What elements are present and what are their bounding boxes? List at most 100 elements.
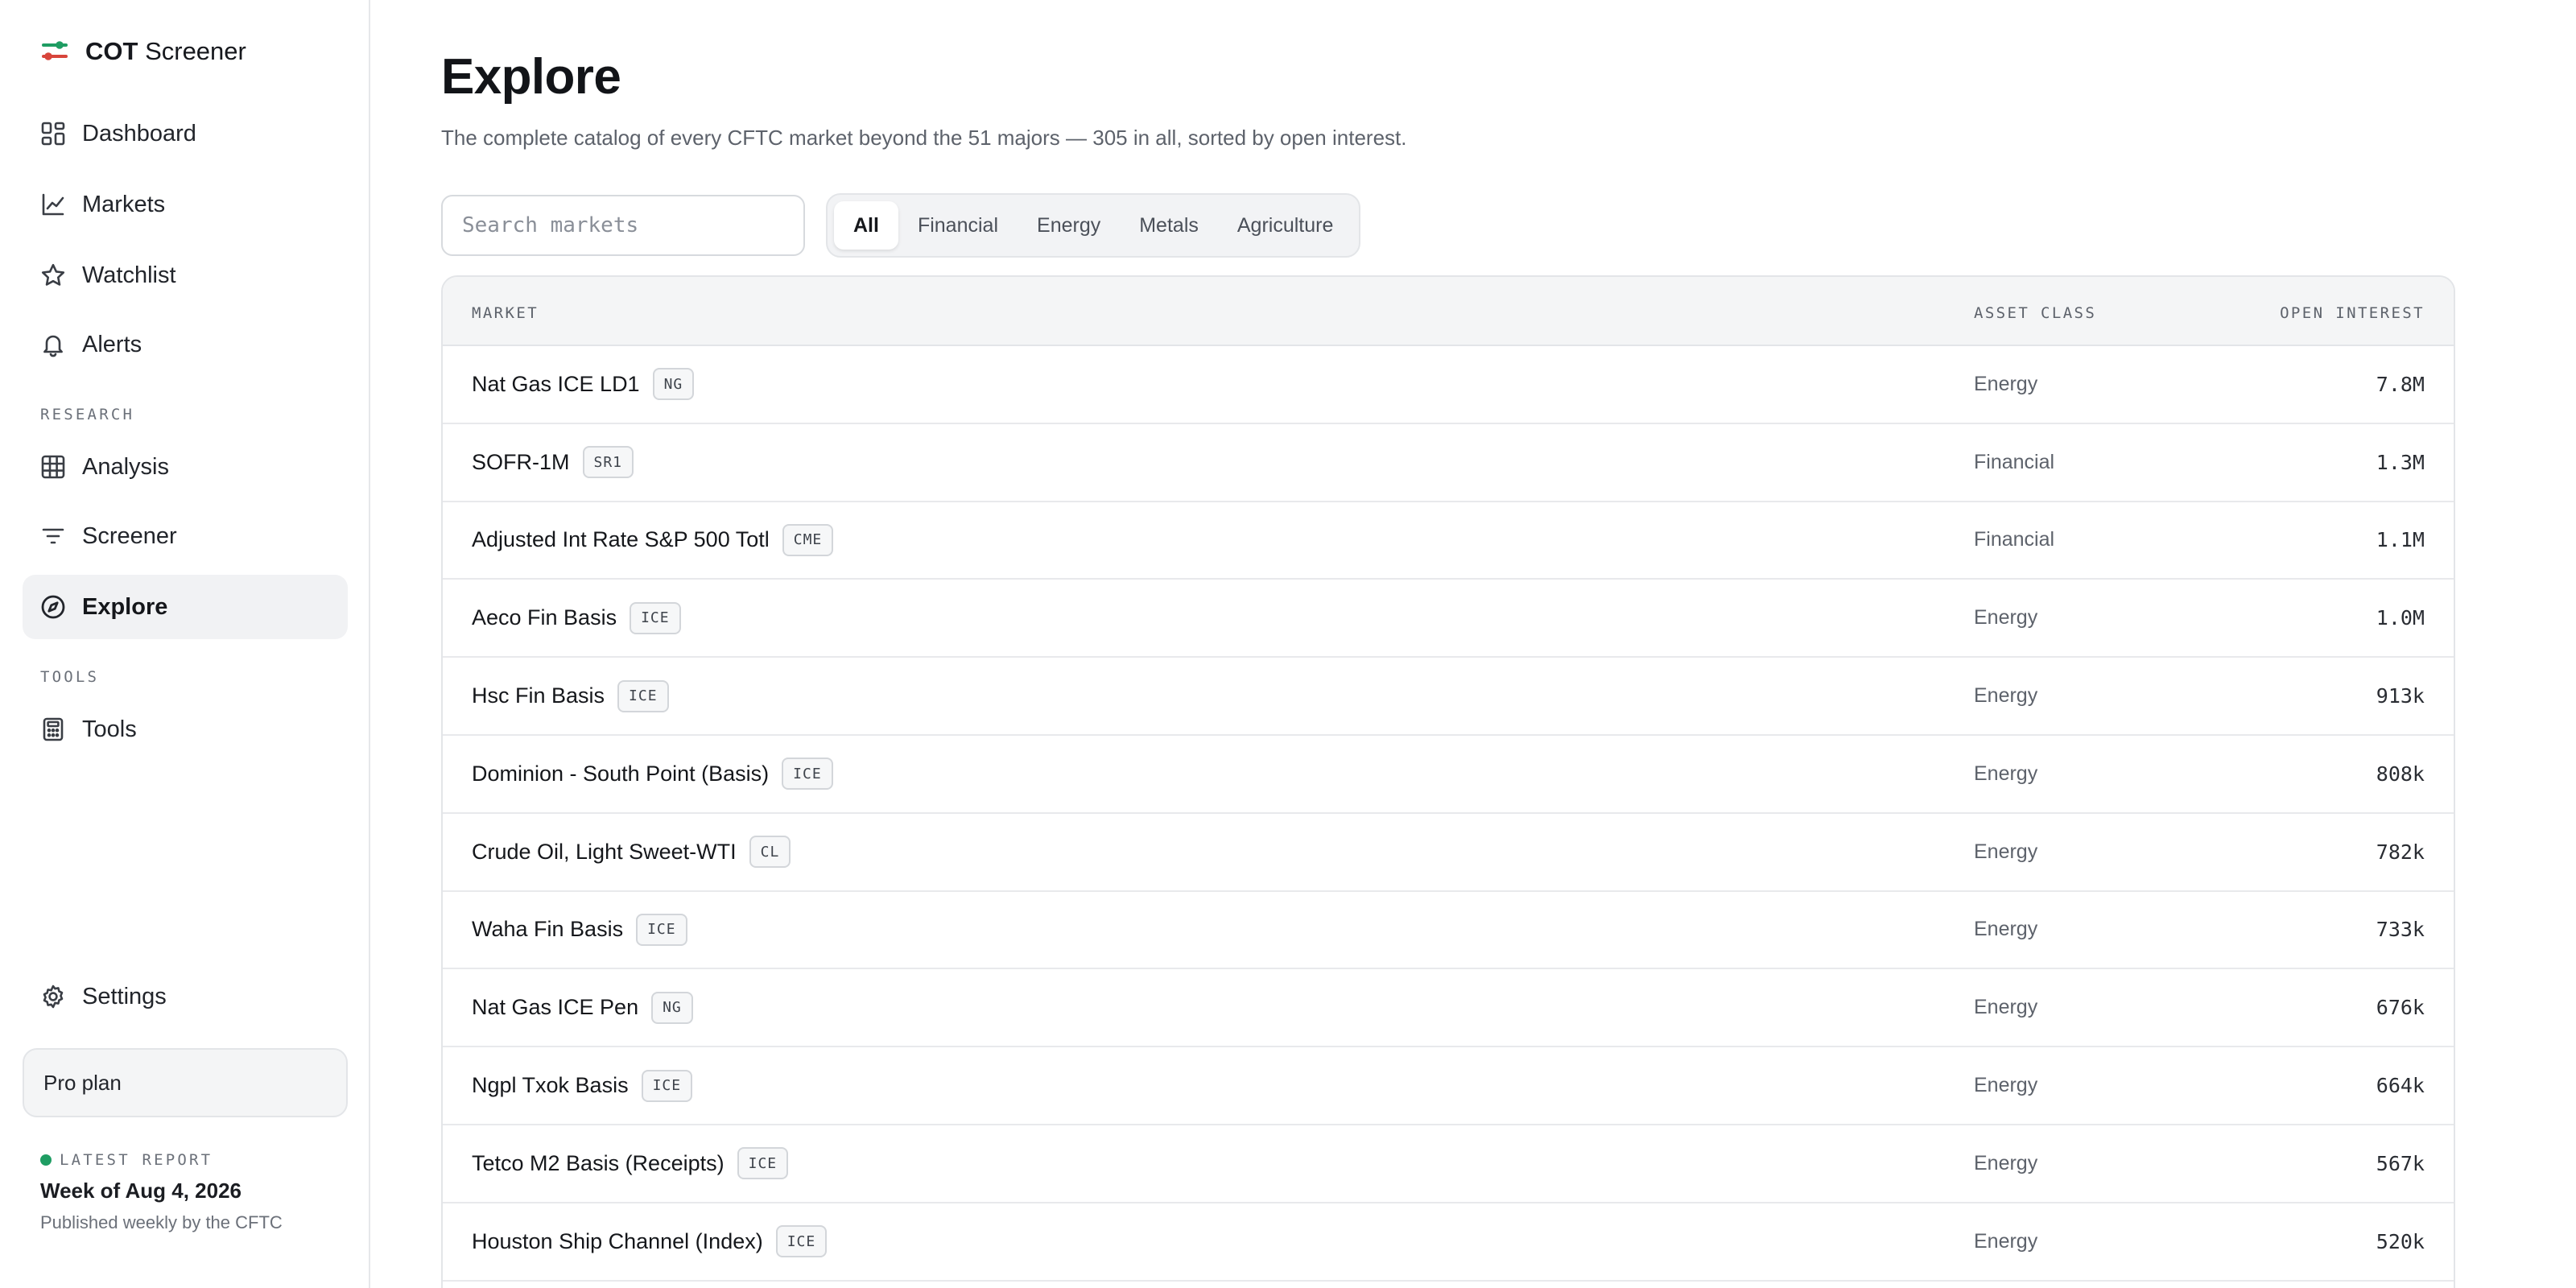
- filter-tab-energy[interactable]: Energy: [1018, 201, 1120, 250]
- sidebar-item-label: Alerts: [82, 331, 142, 357]
- table-row[interactable]: Ngpl Txok Basis ICE Energy 664k: [443, 1047, 2454, 1125]
- market-tag-badge: ICE: [737, 1147, 789, 1180]
- table-row[interactable]: Aeco Fin Basis ICE Energy 1.0M: [443, 580, 2454, 658]
- market-name: Ngpl Txok Basis: [472, 1073, 629, 1098]
- table-row[interactable]: Nat Gas ICE LD1 NG Energy 7.8M: [443, 346, 2454, 424]
- page-subtitle: The complete catalog of every CFTC marke…: [441, 126, 1407, 150]
- filter-tab-metals[interactable]: Metals: [1120, 201, 1218, 250]
- market-name: Houston Ship Channel (Index): [472, 1228, 763, 1253]
- market-tag-badge: ICE: [775, 1225, 828, 1258]
- brand[interactable]: COT Screener: [40, 34, 246, 69]
- asset-class-cell: Financial: [1974, 450, 2055, 473]
- table-row[interactable]: Crude Oil, Light Sweet-WTI CL Energy 782k: [443, 814, 2454, 892]
- market-cell: Hsc Fin Basis ICE: [472, 658, 669, 734]
- dashboard-icon: [41, 122, 65, 146]
- latest-report-label-text: LATEST REPORT: [60, 1151, 213, 1169]
- market-tag-badge: ICE: [782, 758, 833, 791]
- filter-tab-financial[interactable]: Financial: [898, 201, 1018, 250]
- sidebar-item-dashboard[interactable]: Dashboard: [23, 101, 348, 166]
- market-name: Waha Fin Basis: [472, 917, 624, 942]
- sidebar: COT Screener Dashboard Markets Watchlist…: [0, 0, 370, 1288]
- market-name: Hsc Fin Basis: [472, 683, 605, 708]
- open-interest-cell: 676k: [2376, 996, 2425, 1020]
- market-cell: Adjusted Int Rate S&P 500 Totl CME: [472, 502, 834, 579]
- markets-table: MARKET ASSET CLASS OPEN INTEREST Nat Gas…: [441, 275, 2455, 1288]
- market-cell: Nat Gas ICE Pen NG: [472, 969, 693, 1046]
- open-interest-cell: 733k: [2376, 918, 2425, 942]
- asset-class-cell: Energy: [1974, 1151, 2038, 1174]
- sidebar-item-alerts[interactable]: Alerts: [23, 312, 348, 377]
- table-header: MARKET ASSET CLASS OPEN INTEREST: [443, 277, 2454, 346]
- sidebar-item-settings[interactable]: Settings: [23, 964, 348, 1029]
- sidebar-item-label: Settings: [82, 983, 167, 1009]
- market-tag-badge: CL: [749, 836, 791, 869]
- market-name: Aeco Fin Basis: [472, 605, 617, 630]
- market-name: Crude Oil, Light Sweet-WTI: [472, 839, 737, 864]
- open-interest-cell: 1.0M: [2376, 606, 2425, 630]
- market-tag-badge: ICE: [630, 601, 681, 634]
- sidebar-item-explore[interactable]: Explore: [23, 575, 348, 639]
- calculator-icon: [43, 717, 64, 741]
- brand-bold: COT: [85, 37, 138, 65]
- status-dot-icon: [40, 1154, 52, 1166]
- latest-report-label: LATEST REPORT: [40, 1151, 213, 1169]
- pro-plan-card[interactable]: Pro plan: [23, 1048, 348, 1117]
- grid-icon: [41, 455, 65, 479]
- research-section-label: RESEARCH: [40, 406, 135, 423]
- compass-icon: [41, 595, 65, 619]
- table-row[interactable]: Hsc Fin Basis ICE Energy 913k: [443, 658, 2454, 736]
- column-header-asset-class[interactable]: ASSET CLASS: [1974, 304, 2096, 322]
- market-cell: Crude Oil, Light Sweet-WTI CL: [472, 814, 791, 890]
- market-tag-badge: ICE: [617, 679, 669, 712]
- sidebar-item-watchlist[interactable]: Watchlist: [23, 243, 348, 308]
- sidebar-item-label: Watchlist: [82, 262, 176, 288]
- table-row[interactable]: Houston Ship Channel (Index) ICE Energy 520…: [443, 1203, 2454, 1282]
- sidebar-item-screener[interactable]: Screener: [23, 504, 348, 568]
- asset-class-cell: Energy: [1974, 918, 2038, 941]
- sidebar-item-label: Analysis: [82, 453, 169, 480]
- market-name: Adjusted Int Rate S&P 500 Totl: [472, 527, 770, 552]
- search-input[interactable]: [441, 195, 805, 256]
- table-row[interactable]: Dominion - South Point (Basis) ICE Energy 8…: [443, 736, 2454, 814]
- filter-icon: [42, 528, 64, 544]
- gear-icon: [43, 985, 64, 1009]
- asset-class-cell: Financial: [1974, 528, 2055, 551]
- market-tag-badge: NG: [651, 991, 693, 1024]
- report-week: Week of Aug 4, 2026: [40, 1179, 242, 1203]
- open-interest-cell: 1.3M: [2376, 450, 2425, 474]
- sidebar-item-tools[interactable]: Tools: [23, 697, 348, 762]
- market-name: SOFR-1M: [472, 449, 570, 474]
- sidebar-item-markets[interactable]: Markets: [23, 172, 348, 237]
- logo-icon: [42, 41, 68, 60]
- market-name: Nat Gas ICE LD1: [472, 371, 640, 396]
- sidebar-item-analysis[interactable]: Analysis: [23, 435, 348, 499]
- asset-class-cell: Energy: [1974, 762, 2038, 785]
- open-interest-cell: 520k: [2376, 1229, 2425, 1253]
- table-row[interactable]: SOFR-1M SR1 Financial 1.3M: [443, 424, 2454, 502]
- sidebar-item-label: Dashboard: [82, 120, 196, 147]
- bell-icon: [43, 335, 63, 357]
- table-body: Nat Gas ICE LD1 NG Energy 7.8M SOFR-1M SR1 Fin…: [443, 346, 2454, 1282]
- open-interest-cell: 913k: [2376, 684, 2425, 708]
- market-name: Nat Gas ICE Pen: [472, 995, 639, 1020]
- market-cell: Aeco Fin Basis ICE: [472, 580, 681, 656]
- table-row[interactable]: Tetco M2 Basis (Receipts) ICE Energy 567k: [443, 1125, 2454, 1203]
- brand-rest: Screener: [145, 37, 246, 65]
- filter-tab-agriculture[interactable]: Agriculture: [1218, 201, 1353, 250]
- column-header-open-interest[interactable]: OPEN INTEREST: [2280, 304, 2425, 322]
- line-chart-icon: [42, 193, 64, 216]
- open-interest-cell: 1.1M: [2376, 528, 2425, 552]
- asset-class-cell: Energy: [1974, 372, 2038, 395]
- table-row[interactable]: Waha Fin Basis ICE Energy 733k: [443, 892, 2454, 970]
- market-name: Dominion - South Point (Basis): [472, 761, 770, 786]
- sidebar-item-label: Explore: [82, 593, 168, 620]
- table-row[interactable]: Nat Gas ICE Pen NG Energy 676k: [443, 969, 2454, 1048]
- open-interest-cell: 7.8M: [2376, 372, 2425, 396]
- open-interest-cell: 664k: [2376, 1074, 2425, 1098]
- report-published-note: Published weekly by the CFTC: [40, 1212, 283, 1232]
- asset-class-cell: Energy: [1974, 996, 2038, 1019]
- table-row[interactable]: Adjusted Int Rate S&P 500 Totl CME Financi…: [443, 502, 2454, 580]
- market-cell: SOFR-1M SR1: [472, 424, 634, 501]
- column-header-market[interactable]: MARKET: [472, 304, 539, 322]
- filter-tab-all[interactable]: All: [834, 201, 898, 250]
